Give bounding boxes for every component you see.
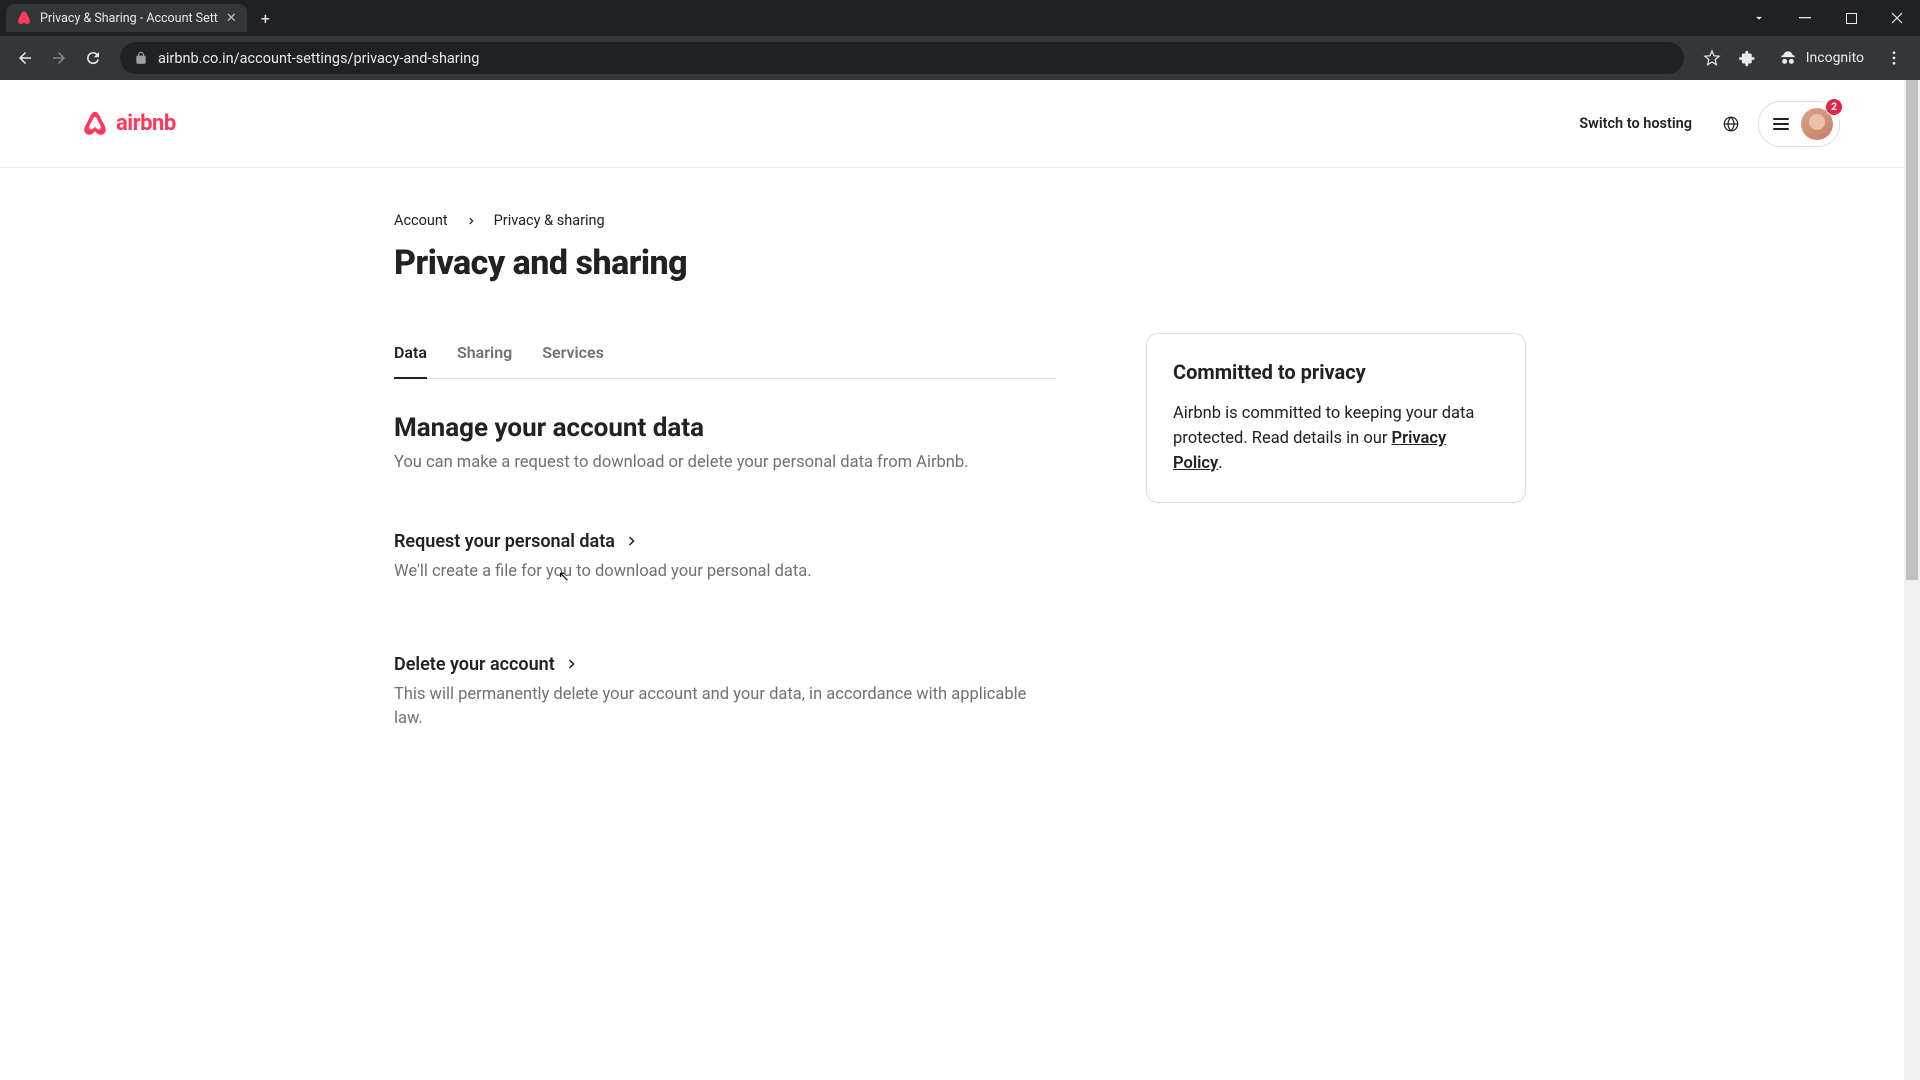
airbnb-logo-icon [80, 108, 110, 140]
delete-account-item: Delete your account This will permanentl… [394, 654, 1056, 731]
new-tab-button[interactable]: + [247, 9, 284, 28]
breadcrumb: Account Privacy & sharing [394, 212, 1526, 229]
delete-account-desc: This will permanently delete your accoun… [394, 683, 1056, 731]
side-card-title: Committed to privacy [1173, 360, 1499, 384]
browser-chrome: Privacy & Sharing - Account Sett ✕ + air… [0, 0, 1920, 80]
chevron-right-icon [565, 658, 577, 670]
language-button[interactable] [1710, 103, 1752, 145]
privacy-commitment-card: Committed to privacy Airbnb is committed… [1146, 333, 1526, 503]
chevron-right-icon [466, 216, 476, 226]
back-button[interactable] [10, 43, 40, 73]
brand-text: airbnb [116, 111, 176, 136]
request-data-item: Request your personal data We'll create … [394, 531, 1056, 584]
incognito-icon [1778, 48, 1798, 68]
incognito-badge[interactable]: Incognito [1768, 44, 1874, 72]
kebab-menu-icon[interactable] [1878, 42, 1910, 74]
side-card-body-suffix: . [1218, 454, 1222, 473]
page: airbnb Switch to hosting 2 Account Priva… [0, 80, 1920, 861]
tab-title: Privacy & Sharing - Account Sett [40, 11, 218, 26]
tab-services[interactable]: Services [542, 333, 604, 378]
browser-tab[interactable]: Privacy & Sharing - Account Sett ✕ [6, 4, 247, 32]
scrollbar-thumb[interactable] [1906, 80, 1918, 580]
incognito-label: Incognito [1806, 50, 1864, 66]
scrollbar-track[interactable] [1904, 80, 1920, 1080]
lock-icon [134, 51, 148, 65]
notification-badge: 2 [1825, 98, 1843, 116]
tab-data[interactable]: Data [394, 333, 427, 378]
breadcrumb-account-link[interactable]: Account [394, 212, 448, 229]
request-data-title: Request your personal data [394, 531, 615, 552]
breadcrumb-current: Privacy & sharing [494, 212, 605, 229]
minimize-button[interactable] [1782, 0, 1828, 36]
tab-bar: Privacy & Sharing - Account Sett ✕ + [0, 0, 1920, 36]
maximize-button[interactable] [1828, 0, 1874, 36]
section-description: You can make a request to download or de… [394, 451, 1056, 475]
tab-sharing[interactable]: Sharing [457, 333, 512, 378]
address-bar[interactable]: airbnb.co.in/account-settings/privacy-an… [120, 42, 1684, 74]
request-data-link[interactable]: Request your personal data [394, 531, 1056, 552]
page-title: Privacy and sharing [394, 243, 1526, 283]
url-text: airbnb.co.in/account-settings/privacy-an… [158, 50, 479, 67]
airbnb-favicon-icon [16, 10, 32, 26]
browser-toolbar: airbnb.co.in/account-settings/privacy-an… [0, 36, 1920, 80]
window-controls [1736, 0, 1920, 36]
reload-button[interactable] [78, 43, 108, 73]
globe-icon [1722, 115, 1740, 133]
tab-search-icon[interactable] [1736, 0, 1782, 36]
request-data-desc: We'll create a file for you to download … [394, 560, 1056, 584]
hamburger-icon [1773, 118, 1789, 130]
section-heading: Manage your account data [394, 413, 1056, 443]
user-menu-button[interactable]: 2 [1758, 101, 1840, 147]
chevron-right-icon [625, 535, 637, 547]
tabs: Data Sharing Services [394, 333, 1056, 379]
switch-to-hosting-link[interactable]: Switch to hosting [1567, 103, 1704, 144]
side-card-body: Airbnb is committed to keeping your data… [1173, 402, 1499, 476]
airbnb-logo[interactable]: airbnb [80, 108, 176, 140]
close-window-button[interactable] [1874, 0, 1920, 36]
delete-account-title: Delete your account [394, 654, 555, 675]
bookmark-icon[interactable] [1696, 42, 1728, 74]
extensions-icon[interactable] [1732, 42, 1764, 74]
forward-button[interactable] [44, 43, 74, 73]
site-header: airbnb Switch to hosting 2 [0, 80, 1920, 168]
delete-account-link[interactable]: Delete your account [394, 654, 1056, 675]
close-tab-icon[interactable]: ✕ [226, 11, 237, 26]
